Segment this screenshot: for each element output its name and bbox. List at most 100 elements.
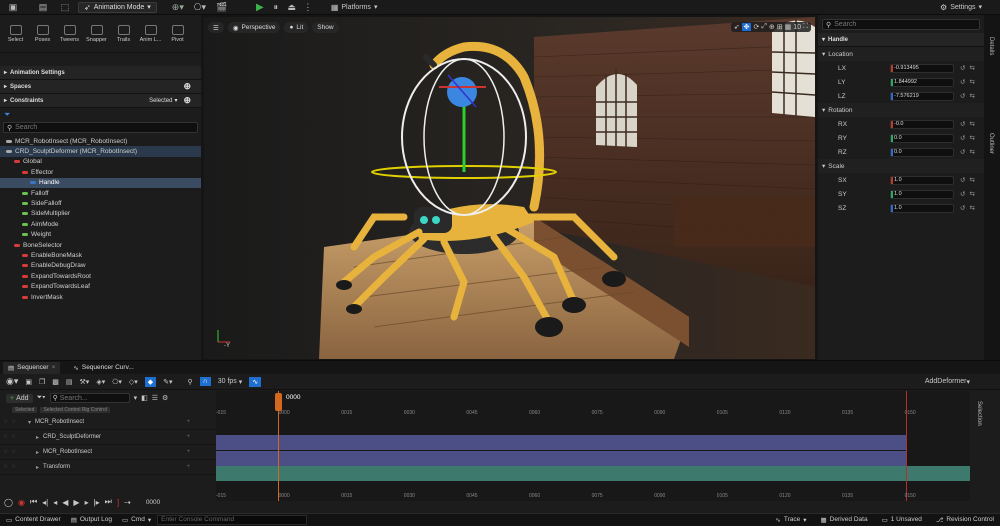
select-mode-icon[interactable]: ⬚ <box>58 2 72 13</box>
eye-icon[interactable]: ◌ <box>0 449 12 455</box>
reset-icon[interactable]: ↺ <box>960 176 965 184</box>
cinematics-icon[interactable]: 🎬 <box>215 2 229 13</box>
end-bracket-icon[interactable]: ] <box>117 498 119 507</box>
content-drawer-button[interactable]: ▭ Content Drawer <box>6 514 61 526</box>
rig-tree-item[interactable]: EnableDebugDraw <box>0 261 201 271</box>
details-search-input[interactable]: ⚲ Search <box>822 19 980 30</box>
location-group-header[interactable]: ▾ Location <box>818 47 984 61</box>
lock-icon[interactable]: ◌ <box>12 449 24 455</box>
playback-icon[interactable]: ⎔▾ <box>112 378 122 386</box>
anim-tool-0[interactable]: Select <box>2 19 29 49</box>
track-row[interactable]: ◌ ◌ ▾ MCR_RobotInsect + <box>0 415 216 430</box>
view-icon[interactable]: ◈▾ <box>96 378 105 386</box>
track-row[interactable]: ◌ ◌ ▸ MCR_RobotInsect + <box>0 445 216 460</box>
mode-dropdown[interactable]: ➶ Animation Mode ▾ <box>78 1 157 13</box>
console-input[interactable]: Enter Console Command <box>157 514 308 525</box>
handle-section[interactable]: ▾ Handle <box>818 33 984 47</box>
translate-icon[interactable]: ✥ <box>741 23 752 31</box>
anim-tool-4[interactable]: Trails <box>110 19 137 49</box>
add-constraint-icon[interactable]: ⊕ <box>183 95 191 106</box>
scale-value-field[interactable]: 1.0 <box>890 189 954 199</box>
fps-dropdown[interactable]: 30 fps ▾ <box>218 378 243 386</box>
track-row[interactable]: ◌ ◌ ▸ CRD_SculptDeformer + <box>0 430 216 445</box>
derived-data-button[interactable]: ▦ Derived Data <box>820 514 867 526</box>
arrow-icon[interactable]: ⇆ <box>969 176 974 184</box>
arrow-icon[interactable]: ⇆ <box>969 92 974 100</box>
rotation-value-field[interactable]: 0.0 <box>890 133 954 143</box>
reset-icon[interactable]: ↺ <box>960 190 965 198</box>
constraints-filter-dropdown[interactable]: Selected ▾ <box>149 97 177 105</box>
animation-settings-header[interactable]: ▸ Animation Settings <box>0 66 201 80</box>
brush-icon[interactable]: ✎▾ <box>163 378 172 386</box>
record-icon[interactable]: ◉ <box>18 498 25 507</box>
add-key-icon[interactable]: + <box>186 449 190 455</box>
rotation-value-field[interactable]: 0.0 <box>890 147 954 157</box>
add-key-icon[interactable]: + <box>186 464 190 470</box>
chevron-down-icon[interactable]: ▾ <box>134 394 138 402</box>
scale-value-field[interactable]: 1.0 <box>890 203 954 213</box>
world-icon[interactable]: ◉▾ <box>6 376 18 387</box>
jump-end-icon[interactable]: ⏭ <box>105 497 112 507</box>
rotation-value-field[interactable]: -0.0 <box>890 119 954 129</box>
filter-icon[interactable]: ⏷ <box>4 110 10 120</box>
filter-chip-control[interactable]: Selected Control Rig Control <box>40 407 110 413</box>
rig-tree-item[interactable]: SideFalloff <box>0 198 201 208</box>
scale-value-field[interactable]: 1.0 <box>890 175 954 185</box>
track-bar-transform[interactable] <box>216 466 970 481</box>
world-icon[interactable]: ⊕ <box>769 23 775 31</box>
output-log-button[interactable]: ▤ Output Log <box>71 514 112 526</box>
rig-tree-item[interactable]: Global <box>0 157 201 167</box>
tab-sequencer[interactable]: ▤ Sequencer × <box>3 361 61 374</box>
location-value-field[interactable]: -7.576219 <box>890 91 954 101</box>
rig-tree-item[interactable]: EnableBoneMask <box>0 250 201 260</box>
film-icon[interactable]: ▤ <box>66 378 73 386</box>
rig-tree-item[interactable]: Handle <box>0 177 201 188</box>
trace-dropdown[interactable]: ∿ Trace ▾ <box>775 514 806 526</box>
outliner-side-tab[interactable]: Outliner <box>988 133 994 154</box>
filter-chip-selected[interactable]: Selected <box>12 407 38 413</box>
rig-search-input[interactable]: ⚲ Search <box>3 122 198 133</box>
lock-icon[interactable]: ◌ <box>12 419 24 425</box>
rig-tree-item[interactable]: ExpandTowardsRoot <box>0 271 201 281</box>
filter-icon[interactable]: ⏷▾ <box>37 394 46 402</box>
loop-mode-icon[interactable]: ⇢ <box>124 498 131 507</box>
revision-control-button[interactable]: ⎇ Revision Control <box>936 514 994 526</box>
anim-tool-5[interactable]: Anim L... <box>137 19 164 49</box>
arrow-icon[interactable]: ⇆ <box>969 64 974 72</box>
jump-start-icon[interactable]: ⏮ <box>30 497 37 507</box>
location-value-field[interactable]: 1.844992 <box>890 77 954 87</box>
rig-tree-item[interactable]: InvertMask <box>0 292 201 302</box>
blueprint-icon[interactable]: ⎔▾ <box>193 2 207 13</box>
add-key-icon[interactable]: + <box>186 419 190 425</box>
lock-icon[interactable]: ◌ <box>12 434 24 440</box>
reset-icon[interactable]: ↺ <box>960 120 965 128</box>
add-space-icon[interactable]: ⊕ <box>183 81 191 92</box>
play-reverse-icon[interactable]: ◀ <box>62 498 68 507</box>
maximize-icon[interactable]: ⛶ <box>803 23 808 31</box>
settings-button[interactable]: ⚙ Settings ▾ <box>940 3 982 12</box>
prev-key-icon[interactable]: ◂| <box>42 498 48 507</box>
eject-icon[interactable]: ⏏ <box>285 2 299 13</box>
chevron-right-icon[interactable]: ▸ <box>24 449 39 456</box>
viewport-menu-button[interactable]: ☰ <box>208 22 224 33</box>
show-button[interactable]: Show <box>312 22 339 33</box>
arrow-icon[interactable]: ⇆ <box>969 78 974 86</box>
lock-icon[interactable]: ◌ <box>12 464 24 470</box>
lit-button[interactable]: ● Lit <box>284 22 309 33</box>
gear-icon[interactable]: ⚙ <box>162 394 168 402</box>
reset-icon[interactable]: ↺ <box>960 134 965 142</box>
rig-tree-item[interactable]: MCR_RobotInsect (MCR_RobotInsect) <box>0 136 201 146</box>
keyframe-icon[interactable]: ◇▾ <box>129 378 138 386</box>
chevron-right-icon[interactable]: ▾ <box>24 419 31 426</box>
anim-tool-6[interactable]: Pivot <box>164 19 191 49</box>
spaces-header[interactable]: ▸ Spaces ⊕ <box>0 80 201 94</box>
rig-tree-item[interactable]: BoneSelector <box>0 240 201 250</box>
timeline-area[interactable]: -015 0000 0015 0030 0045 0060 0075 0090 0105 0120… <box>216 391 970 501</box>
lock-icon[interactable]: ◧ <box>141 394 148 402</box>
next-key-icon[interactable]: |▸ <box>94 498 100 507</box>
grid-snap-icon[interactable]: ▦ <box>785 23 792 31</box>
add-track-button[interactable]: + Add <box>6 393 33 403</box>
step-back-icon[interactable]: ◂ <box>53 498 57 507</box>
reset-icon[interactable]: ↺ <box>960 204 965 212</box>
eye-icon[interactable]: ◌ <box>0 434 12 440</box>
